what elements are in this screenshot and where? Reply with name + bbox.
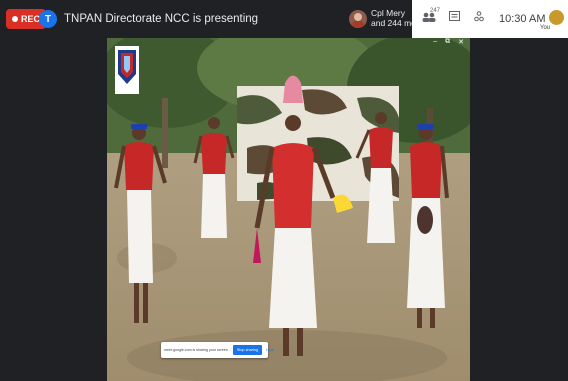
- right-margin: [470, 38, 568, 381]
- left-margin: [0, 38, 107, 381]
- activities-icon: [474, 11, 484, 22]
- meeting-time: 10:30 AM: [499, 13, 546, 25]
- meeting-controls-panel: 247 10:30 AM You: [412, 0, 568, 38]
- share-notice-text: meet.google.com is sharing your screen.: [164, 348, 229, 352]
- close-icon[interactable]: ✕: [458, 38, 464, 46]
- shared-video: ‒ ⧉ ✕: [107, 38, 470, 381]
- presentation-title: TNPAN Directorate NCC is presenting: [64, 13, 259, 25]
- self-label: You: [540, 25, 551, 31]
- meeting-top-bar: REC T TNPAN Directorate NCC is presentin…: [0, 0, 568, 38]
- screen-share-notice: meet.google.com is sharing your screen. …: [161, 342, 274, 358]
- video-frame: [107, 38, 470, 381]
- restore-icon[interactable]: ⧉: [445, 38, 450, 46]
- hide-button[interactable]: Hide: [266, 348, 274, 352]
- activities-button[interactable]: [474, 11, 484, 27]
- video-window-controls: ‒ ⧉ ✕: [433, 38, 464, 46]
- presenter-avatar: T: [39, 10, 57, 28]
- minimize-icon[interactable]: ‒: [433, 38, 437, 46]
- people-button[interactable]: 247: [422, 8, 440, 26]
- self-avatar[interactable]: [549, 10, 564, 25]
- chat-button[interactable]: [449, 11, 460, 26]
- participants-count: 247: [430, 8, 441, 14]
- rec-dot-icon: [12, 16, 18, 22]
- recording-label: REC: [21, 14, 41, 24]
- participant-photo-icon: [352, 13, 364, 28]
- stop-sharing-button[interactable]: Stop sharing: [232, 345, 263, 355]
- chat-icon: [449, 11, 460, 21]
- dancer-4: [407, 124, 449, 328]
- participant-avatar: [349, 10, 367, 28]
